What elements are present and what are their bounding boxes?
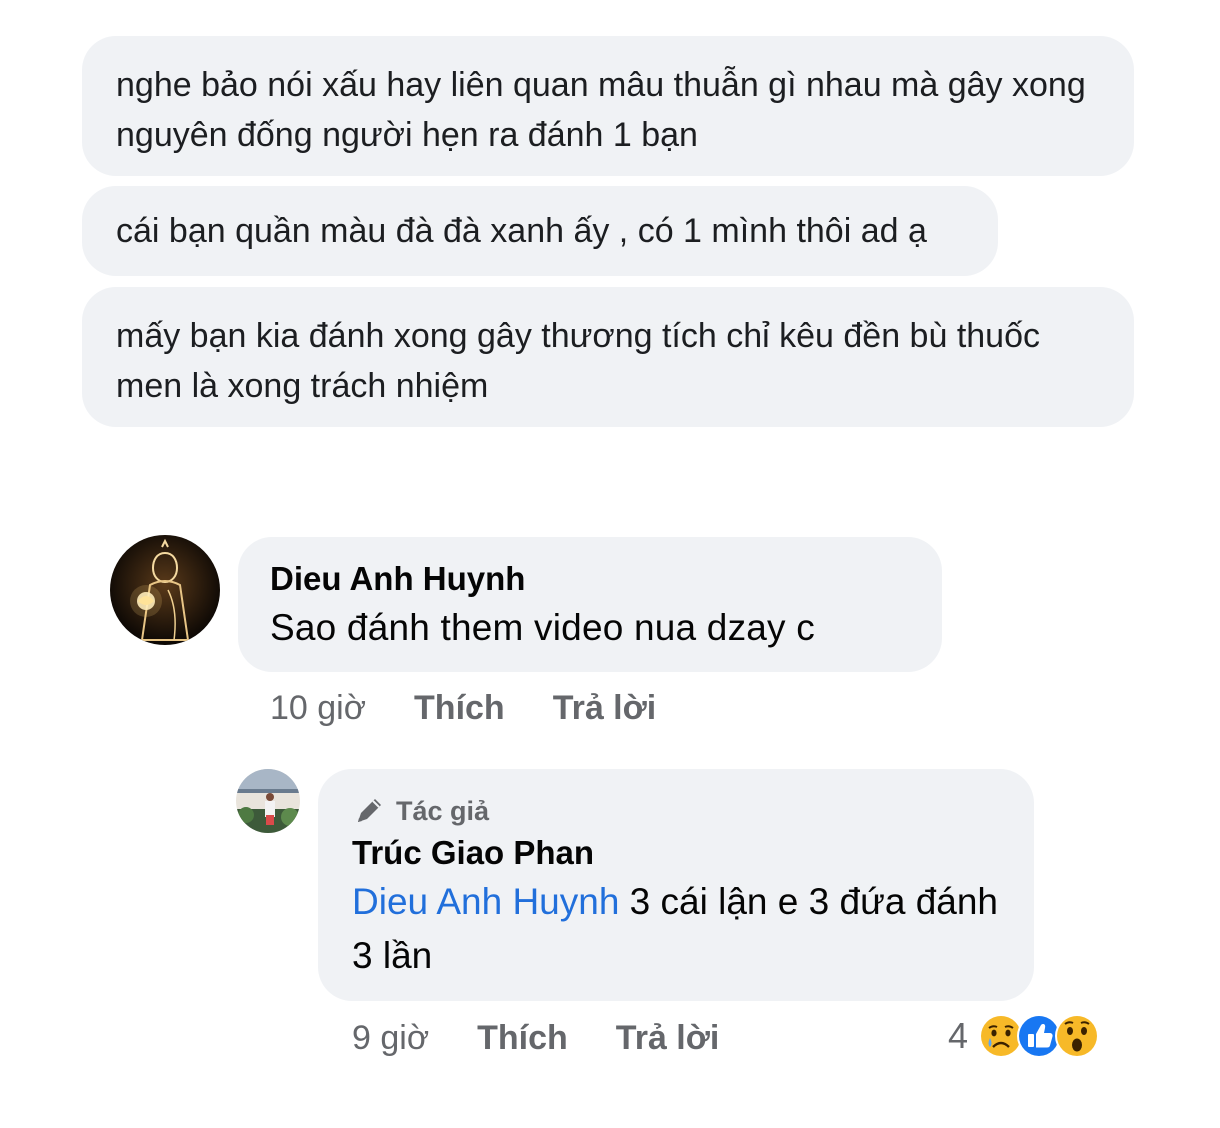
reply-timestamp[interactable]: 9 giờ [352,1019,429,1058]
pen-icon [358,799,381,822]
comment-bubble: Dieu Anh Huynh Sao đánh them video nua d… [238,537,942,672]
person-photo-avatar-icon [236,769,300,833]
comment-timestamp[interactable]: 10 giờ [270,689,366,728]
like-button[interactable]: Thích [414,689,505,728]
comment-actions: 10 giờ Thích Trả lời [270,686,704,730]
comment-author-name[interactable]: Dieu Anh Huynh [270,557,910,601]
comment-text: Sao đánh them video nua dzay c [270,607,815,648]
reaction-count: 4 [948,1015,969,1056]
reply-button[interactable]: Trả lời [616,1019,720,1058]
reply-bubble: Tác giả Trúc Giao Phan Dieu Anh Huynh 3 … [318,769,1034,1001]
replier-avatar[interactable] [236,769,300,833]
message-text: cái bạn quần màu đà đà xanh ấy , có 1 mì… [116,212,927,250]
author-badge: Tác giả [352,791,1000,831]
message-bubble: nghe bảo nói xấu hay liên quan mâu thuẫn… [82,36,1134,176]
glowing-figure-avatar-icon [110,535,220,645]
author-badge-label: Tác giả [396,795,490,826]
message-text: nghe bảo nói xấu hay liên quan mâu thuẫn… [116,66,1086,154]
reply-author-name[interactable]: Trúc Giao Phan [352,831,1000,875]
reply-button[interactable]: Trả lời [553,689,657,728]
reaction-summary[interactable]: 4 [948,1010,1100,1062]
message-bubble: mấy bạn kia đánh xong gây thương tích ch… [82,287,1134,427]
reply-text: Dieu Anh Huynh 3 cái lận e 3 đứa đánh 3 … [352,875,1000,983]
message-text: mấy bạn kia đánh xong gây thương tích ch… [116,317,1040,405]
reply-actions: 9 giờ Thích Trả lời [352,1016,767,1060]
mention-link[interactable]: Dieu Anh Huynh [352,881,619,922]
comment-thread: nghe bảo nói xấu hay liên quan mâu thuẫn… [0,0,1220,1128]
like-button[interactable]: Thích [477,1019,568,1058]
message-bubble: cái bạn quần màu đà đà xanh ấy , có 1 mì… [82,186,998,276]
wow-icon [1055,1014,1100,1058]
commenter-avatar[interactable] [110,535,220,645]
